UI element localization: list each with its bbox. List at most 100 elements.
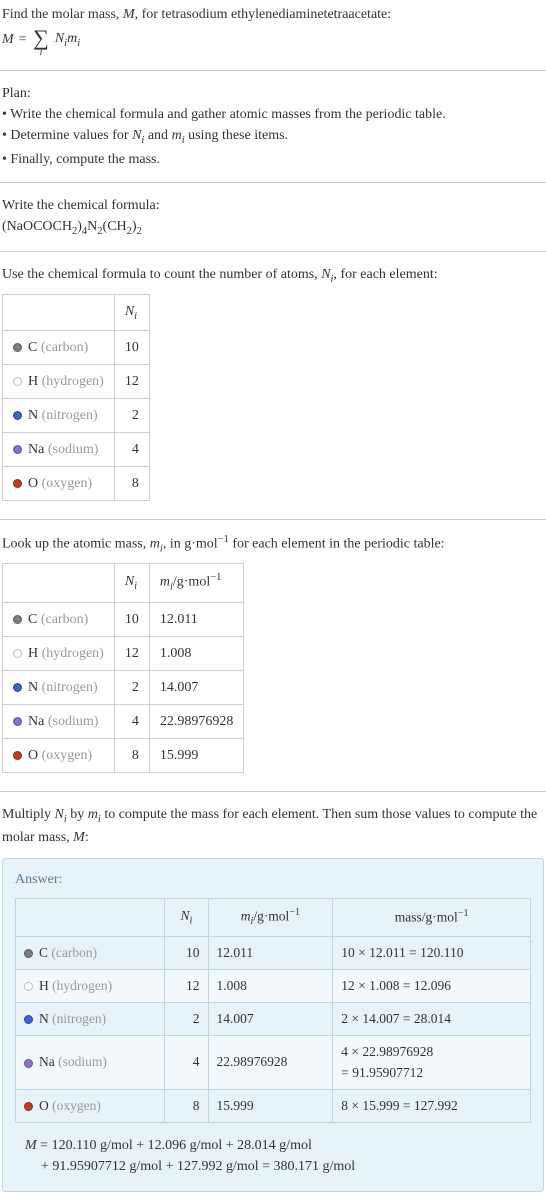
table-row: O (oxygen)815.9998 × 15.999 = 127.992	[16, 1089, 531, 1122]
mult-m: m	[88, 807, 98, 822]
element-name: (hydrogen)	[42, 374, 104, 389]
element-name: (hydrogen)	[42, 646, 104, 661]
element-symbol: H	[28, 374, 38, 389]
element-dot-icon	[13, 377, 22, 386]
table-header-row: Ni mi/g·mol−1 mass/g·mol−1	[16, 899, 531, 936]
element-name: (sodium)	[58, 1054, 107, 1069]
table-row: Na (sodium)422.989769284 × 22.98976928= …	[16, 1036, 531, 1090]
mass-h-m: m	[150, 537, 160, 552]
table-row: C (carbon)1012.011	[3, 602, 244, 636]
divider	[0, 791, 546, 792]
mass-h-d: , in g·mol	[163, 537, 218, 552]
element-symbol: H	[28, 646, 38, 661]
element-symbol: C	[28, 340, 37, 355]
element-name: (oxygen)	[42, 476, 93, 491]
mi-cell: 1.008	[208, 969, 333, 1002]
ni-cell: 12	[114, 365, 149, 399]
mult-a: Multiply	[2, 807, 55, 822]
cf-7: (CH	[103, 219, 127, 234]
element-cell: Na (sodium)	[3, 433, 115, 467]
ni-cell: 10	[165, 936, 208, 969]
element-symbol: C	[39, 945, 48, 960]
table-row: C (carbon)10	[3, 331, 150, 365]
table-row: C (carbon)1012.01110 × 12.011 = 120.110	[16, 936, 531, 969]
element-dot-icon	[13, 649, 22, 658]
divider	[0, 251, 546, 252]
mi-cell: 14.007	[208, 1003, 333, 1036]
table-row: H (hydrogen)121.00812 × 1.008 = 12.096	[16, 969, 531, 1002]
ans-mi-d: −1	[289, 907, 300, 918]
count-h-a: Use the chemical formula to count the nu…	[2, 267, 321, 282]
mass-section: Look up the atomic mass, mi, in g·mol−1 …	[0, 528, 546, 782]
mi-cell: 22.98976928	[149, 704, 244, 738]
element-symbol: O	[28, 748, 38, 763]
count-table: Ni C (carbon)10 H (hydrogen) 12 N (nitrog…	[2, 294, 150, 502]
element-cell: N (nitrogen)	[3, 399, 115, 433]
mi-cell: 14.007	[149, 670, 244, 704]
sigma-icon: ∑ i	[33, 27, 49, 52]
table-row: O (oxygen)8	[3, 467, 150, 501]
table-row: H (hydrogen) 12	[3, 365, 150, 399]
plan-b2-a: • Determine values for	[2, 128, 132, 143]
answer-box: Answer: Ni mi/g·mol−1 mass/g·mol−1 C (ca…	[2, 858, 544, 1192]
ni-cell: 4	[114, 704, 149, 738]
element-cell: O (oxygen)	[16, 1089, 165, 1122]
empty-header	[3, 564, 115, 602]
mi-cell: 12.011	[149, 602, 244, 636]
chem-heading: Write the chemical formula:	[2, 195, 544, 216]
cf-1: (NaOCOCH	[2, 219, 72, 234]
mass-calc-cell: 12 × 1.008 = 12.096	[333, 969, 531, 1002]
table-row: N (nitrogen)2	[3, 399, 150, 433]
element-dot-icon	[13, 751, 22, 760]
final-line1: = 120.110 g/mol + 12.096 g/mol + 28.014 …	[37, 1138, 312, 1153]
element-dot-icon	[24, 1059, 33, 1068]
problem-var-M: M	[123, 7, 135, 22]
mi-h-d: −1	[210, 572, 221, 583]
element-cell: O (oxygen)	[3, 467, 115, 501]
count-heading: Use the chemical formula to count the nu…	[2, 264, 544, 288]
count-h-N: N	[321, 267, 330, 282]
problem-statement: Find the molar mass, M, for tetrasodium …	[0, 0, 546, 62]
plan-heading: Plan:	[2, 83, 544, 104]
plan-b2-and: and	[144, 128, 171, 143]
element-dot-icon	[13, 411, 22, 420]
mi-cell: 15.999	[149, 738, 244, 772]
element-cell: C (carbon)	[3, 331, 115, 365]
element-dot-icon	[13, 615, 22, 624]
count-section: Use the chemical formula to count the nu…	[0, 260, 546, 511]
plan-bullet-2: • Determine values for Ni and mi using t…	[2, 125, 544, 149]
element-cell: C (carbon)	[16, 936, 165, 969]
element-cell: C (carbon)	[3, 602, 115, 636]
element-dot-icon	[13, 683, 22, 692]
mass-calc-cell: 4 × 22.98976928 = 91.95907712	[333, 1036, 531, 1090]
mult-by: by	[67, 807, 88, 822]
element-cell: H (hydrogen)	[3, 636, 115, 670]
eq-lhs: M	[2, 29, 14, 50]
mass-calc-a: 4 × 22.98976928	[341, 1044, 433, 1059]
mass-calc-b: = 91.95907712	[341, 1065, 423, 1080]
answer-table: Ni mi/g·mol−1 mass/g·mol−1 C (carbon)101…	[15, 898, 531, 1123]
plan-b2-m: m	[172, 128, 182, 143]
eq-m: m	[67, 31, 77, 46]
mi-h-a: m	[160, 575, 170, 590]
element-symbol: H	[39, 978, 49, 993]
mass-calc-cell: 2 × 14.007 = 28.014	[333, 1003, 531, 1036]
element-dot-icon	[13, 343, 22, 352]
ans-ni-b: i	[189, 916, 192, 927]
cf-10: 2	[137, 225, 142, 236]
table-row: Na (sodium)422.98976928	[3, 704, 244, 738]
ni-cell: 10	[114, 602, 149, 636]
element-symbol: N	[28, 408, 38, 423]
eq-equals: =	[18, 29, 27, 50]
ans-mass-b: −1	[458, 908, 469, 919]
element-name: (nitrogen)	[42, 408, 98, 423]
element-symbol: Na	[28, 714, 44, 729]
table-header-row: Ni	[3, 294, 150, 331]
chem-formula: (NaOCOCH2)4N2(CH2)2	[2, 216, 544, 240]
ni-h-a: N	[125, 304, 134, 319]
mi-header: mi/g·mol−1	[208, 899, 333, 936]
final-equation: M = 120.110 g/mol + 12.096 g/mol + 28.01…	[15, 1135, 531, 1177]
sigma-index: i	[40, 45, 43, 60]
ni-cell: 4	[114, 433, 149, 467]
table-row: N (nitrogen)214.007	[3, 670, 244, 704]
